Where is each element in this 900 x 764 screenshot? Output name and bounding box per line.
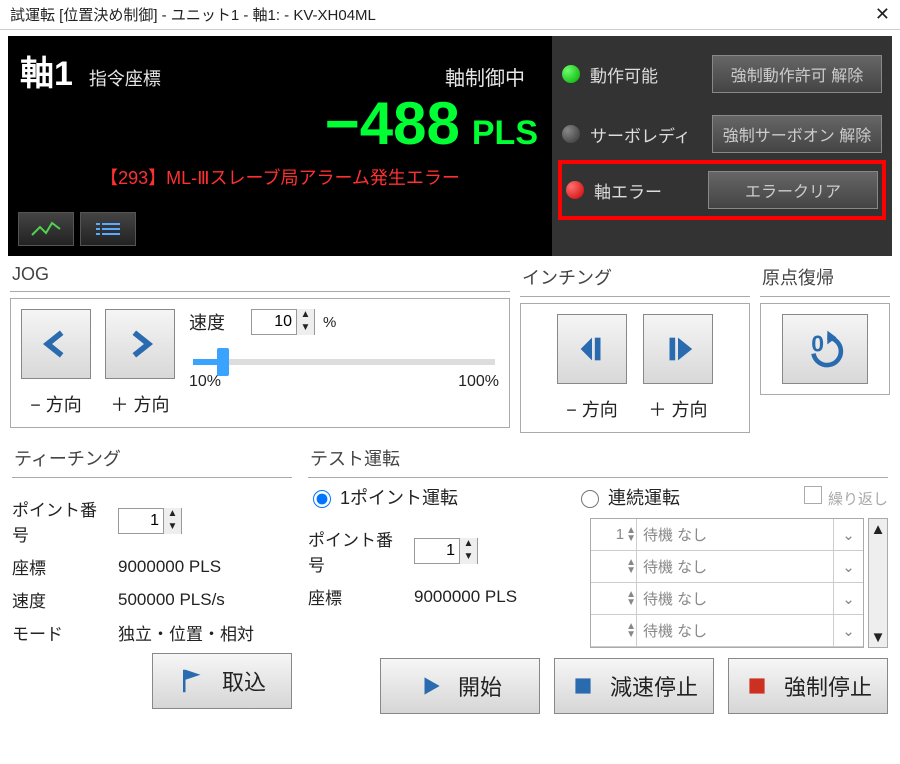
list-scrollbar[interactable]: ▲▼ — [868, 518, 888, 648]
chevron-down-icon[interactable]: ⌄ — [833, 551, 863, 582]
force-op-enable-release-button[interactable]: 強制動作許可 解除 — [712, 55, 882, 93]
teach-mode-label: モード — [12, 620, 112, 645]
teach-coord-value: 9000000 PLS — [118, 557, 221, 577]
test-point-label: ポイント番号 — [308, 526, 408, 576]
slider-max-label: 100% — [458, 373, 499, 391]
jog-title: JOG — [10, 260, 510, 292]
teach-get-button[interactable]: 取込 — [152, 653, 292, 709]
repeat-checkbox[interactable]: 繰り返し — [804, 486, 888, 509]
graph-view-button[interactable] — [18, 212, 74, 246]
origin-title: 原点復帰 — [760, 260, 890, 297]
led-red-icon — [566, 181, 584, 199]
close-icon[interactable]: ✕ — [875, 4, 890, 25]
force-servo-on-release-button[interactable]: 強制サーボオン 解除 — [712, 115, 882, 153]
chevron-down-icon[interactable]: ⌄ — [833, 583, 863, 614]
error-clear-button[interactable]: エラークリア — [708, 171, 878, 209]
list-view-button[interactable] — [80, 212, 136, 246]
speed-slider[interactable] — [193, 359, 495, 365]
list-item[interactable]: ▲▼待機 なし⌄ — [591, 551, 863, 583]
force-stop-button[interactable]: 強制停止 — [728, 658, 888, 714]
start-button[interactable]: 開始 — [380, 658, 540, 714]
list-item[interactable]: ▲▼待機 なし⌄ — [591, 583, 863, 615]
jog-pos-button[interactable] — [105, 309, 175, 379]
teach-point-label: ポイント番号 — [12, 496, 112, 546]
inching-neg-label: − 方向 — [557, 396, 627, 422]
teach-speed-value: 500000 PLS/s — [118, 590, 225, 610]
chevron-down-icon[interactable]: ⌄ — [833, 615, 863, 646]
origin-return-button[interactable]: 0 — [782, 314, 868, 384]
speed-spinner[interactable]: ▲▼ — [251, 309, 315, 335]
spin-up-icon: ▲ — [296, 309, 314, 322]
titlebar: 試運転 [位置決め制御] - ユニット1 - 軸1: - KV-XH04ML ✕ — [0, 0, 900, 30]
window-title: 試運転 [位置決め制御] - ユニット1 - 軸1: - KV-XH04ML — [10, 4, 875, 25]
chevron-down-icon[interactable]: ⌄ — [833, 519, 863, 550]
led-grey-icon — [562, 125, 580, 143]
jog-neg-button[interactable] — [21, 309, 91, 379]
list-text: 待機 なし — [637, 588, 833, 609]
status-display: 軸1 指令座標 軸制御中 −488PLS 【293】ML-Ⅲスレーブ局アラーム発… — [8, 36, 892, 256]
status-row-axis-error: 軸エラー エラークリア — [558, 160, 886, 220]
inching-title: インチング — [520, 260, 750, 297]
status-row-op-enable: 動作可能 強制動作許可 解除 — [562, 44, 882, 104]
axis-control-label: 軸制御中 — [445, 62, 525, 91]
test-point-input[interactable] — [415, 542, 459, 560]
test-coord-label: 座標 — [308, 584, 408, 609]
list-spin[interactable]: 1▲▼ — [591, 519, 637, 550]
decel-stop-button[interactable]: 減速停止 — [554, 658, 714, 714]
list-text: 待機 なし — [637, 556, 833, 577]
teach-coord-label: 座標 — [12, 554, 112, 579]
test-run-title: テスト運転 — [308, 441, 888, 478]
speed-unit: % — [323, 314, 336, 331]
command-coord-label: 指令座標 — [89, 65, 161, 91]
spin-down-icon: ▼ — [296, 322, 314, 335]
inching-pos-label: ＋ 方向 — [643, 396, 713, 422]
speed-label: 速度 — [189, 309, 225, 335]
led-green-icon — [562, 65, 580, 83]
jog-neg-label: − 方向 — [21, 391, 91, 417]
list-spin[interactable]: ▲▼ — [591, 551, 637, 582]
teach-speed-label: 速度 — [12, 587, 112, 612]
radio-single-point[interactable]: 1ポイント運転 — [308, 484, 458, 510]
jog-pos-label: ＋ 方向 — [105, 391, 175, 417]
slider-thumb[interactable] — [217, 348, 229, 376]
slider-min-label: 10% — [189, 373, 221, 391]
svg-text:0: 0 — [811, 330, 824, 356]
list-text: 待機 なし — [637, 620, 833, 641]
test-coord-value: 9000000 PLS — [414, 587, 517, 607]
radio-continuous[interactable]: 連続運転 — [576, 484, 680, 510]
error-message: 【293】ML-Ⅲスレーブ局アラーム発生エラー — [8, 164, 552, 190]
scroll-down-icon: ▼ — [869, 627, 887, 647]
speed-input[interactable] — [252, 313, 296, 331]
list-item[interactable]: 1▲▼待機 なし⌄ — [591, 519, 863, 551]
sequence-list: 1▲▼待機 なし⌄▲▼待機 なし⌄▲▼待機 なし⌄▲▼待機 なし⌄ — [590, 518, 864, 648]
position-value: −488PLS — [8, 89, 538, 158]
list-spin[interactable]: ▲▼ — [591, 615, 637, 646]
axis-label: 軸1 — [20, 46, 73, 95]
inching-neg-button[interactable] — [557, 314, 627, 384]
scroll-up-icon: ▲ — [869, 519, 887, 539]
inching-pos-button[interactable] — [643, 314, 713, 384]
teach-point-input[interactable] — [119, 512, 163, 530]
list-text: 待機 なし — [637, 524, 833, 545]
test-point-spinner[interactable]: ▲▼ — [414, 538, 478, 564]
status-row-servo-ready: サーボレディ 強制サーボオン 解除 — [562, 104, 882, 164]
list-item[interactable]: ▲▼待機 なし⌄ — [591, 615, 863, 647]
list-spin[interactable]: ▲▼ — [591, 583, 637, 614]
teaching-title: ティーチング — [12, 441, 292, 478]
teach-point-spinner[interactable]: ▲▼ — [118, 508, 182, 534]
teach-mode-value: 独立・位置・相対 — [118, 620, 254, 645]
